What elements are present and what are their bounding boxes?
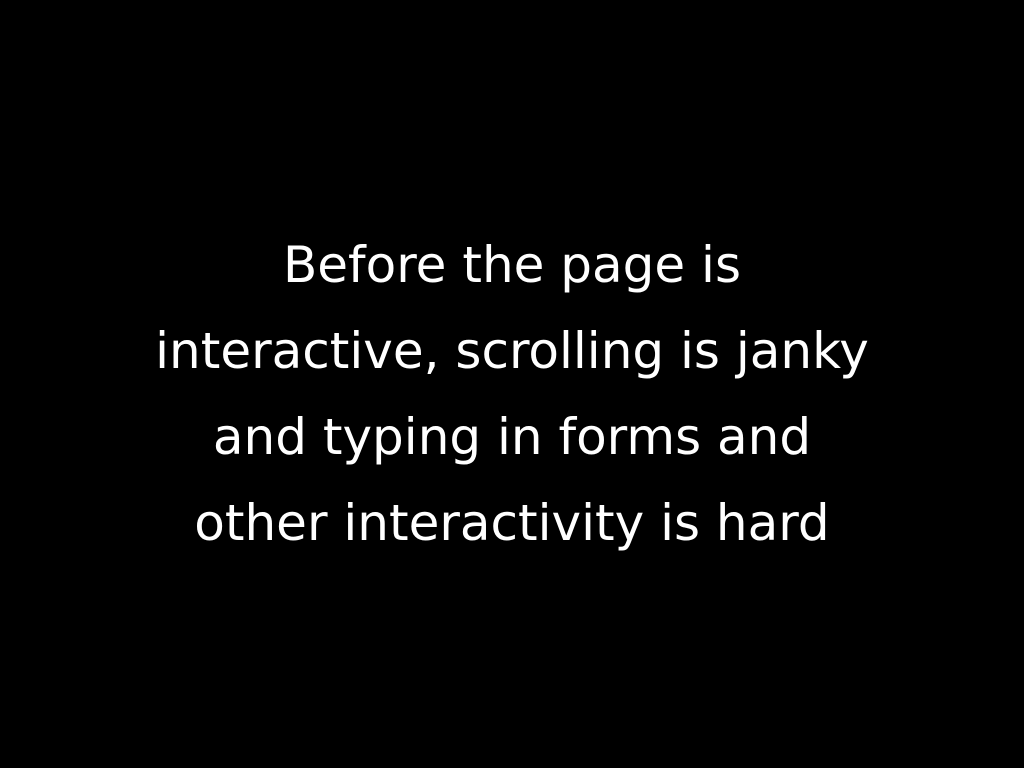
slide-text: Before the page is interactive, scrollin… <box>62 222 962 566</box>
slide-text-line: interactive, scrolling is janky <box>155 322 869 380</box>
slide-text-line: other interactivity is hard <box>194 494 830 552</box>
slide: Before the page is interactive, scrollin… <box>0 0 1024 768</box>
slide-text-line: and typing in forms and <box>212 408 812 466</box>
slide-text-line: Before the page is <box>282 236 742 294</box>
